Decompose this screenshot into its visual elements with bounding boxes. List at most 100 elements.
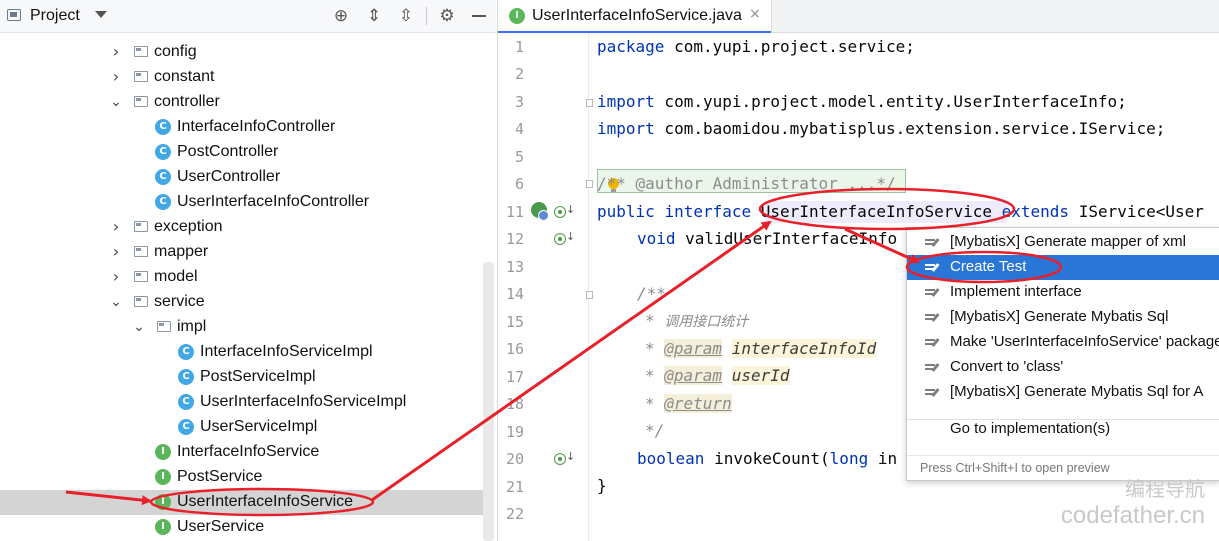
close-icon[interactable]: × [749, 6, 761, 22]
menu-item-go-to-implementation-s[interactable]: Go to implementation(s) [907, 417, 1219, 442]
tree-item-postserviceimpl[interactable]: C PostServiceImpl [0, 365, 484, 390]
tree-item-userinterfaceinfocontroller[interactable]: C UserInterfaceInfoController [0, 190, 484, 215]
tree-item-userserviceimpl[interactable]: C UserServiceImpl [0, 415, 484, 440]
tree-item-userservice[interactable]: I UserService [0, 515, 484, 540]
watermark-cn: 编程导航 [1125, 477, 1205, 501]
chevron-right-icon[interactable]: › [110, 69, 122, 85]
tree-item-interfaceinfocontroller[interactable]: C InterfaceInfoController [0, 115, 484, 140]
menu-item-label: Convert to 'class' [950, 358, 1064, 375]
chevron-down-icon[interactable] [95, 11, 107, 18]
tree-item-constant[interactable]: › constant [0, 65, 484, 90]
code-line-16: * @param interfaceInfoId [645, 339, 877, 358]
intention-action-icon [925, 238, 939, 248]
tree-scrollbar[interactable] [483, 262, 494, 541]
collapse-all-icon[interactable]: ⇳ [396, 6, 416, 26]
code-line-14: /** [637, 284, 666, 303]
class-icon: C [155, 144, 171, 160]
line-number: 1 [514, 38, 524, 56]
tree-item-label: model [154, 268, 198, 285]
tree-item-interfaceinfoservice[interactable]: I InterfaceInfoService [0, 440, 484, 465]
code-line-18: * @return [645, 394, 732, 413]
run-marker-icon[interactable] [554, 453, 566, 465]
intention-action-icon [925, 363, 939, 373]
tab-userinterfaceinfoservice[interactable]: I UserInterfaceInfoService.java × [498, 0, 772, 33]
ide-window: Project ⊕ ⇕ ⇳ ⚙ › config › constant ⌄ control… [0, 0, 1219, 541]
code-line-1: package com.yupi.project.service; [597, 37, 915, 56]
minimize-icon[interactable] [472, 15, 486, 17]
class-icon: C [155, 194, 171, 210]
line-number: 4 [514, 120, 524, 138]
line-number: 21 [505, 478, 524, 496]
project-folder-icon [7, 9, 21, 21]
tree-item-label: exception [154, 218, 223, 235]
tree-item-label: UserInterfaceInfoController [177, 193, 370, 210]
project-panel-title[interactable]: Project [30, 7, 80, 25]
down-arrow-icon[interactable]: ↓ [566, 450, 575, 463]
chevron-right-icon[interactable]: › [110, 44, 122, 60]
tree-item-model[interactable]: › model [0, 265, 484, 290]
tree-item-label: controller [154, 93, 220, 110]
tree-item-userinterfaceinfoservice[interactable]: I UserInterfaceInfoService [0, 490, 484, 515]
chevron-right-icon[interactable]: › [110, 244, 122, 260]
interface-icon: I [155, 469, 171, 485]
run-marker-icon[interactable] [554, 233, 566, 245]
tree-item-userinterfaceinfoserviceimpl[interactable]: C UserInterfaceInfoServiceImpl [0, 390, 484, 415]
menu-item-implement-interface[interactable]: Implement interface [907, 280, 1219, 305]
tree-item-exception[interactable]: › exception [0, 215, 484, 240]
tree-item-label: InterfaceInfoController [177, 118, 336, 135]
tree-item-interfaceinfoserviceimpl[interactable]: C InterfaceInfoServiceImpl [0, 340, 484, 365]
down-arrow-icon[interactable]: ↓ [566, 230, 575, 243]
implementation-marker-icon[interactable] [531, 202, 549, 221]
menu-item-create-test[interactable]: Create Test [907, 255, 1219, 280]
menu-item-label: Make 'UserInterfaceInfoService' package [950, 333, 1219, 350]
expand-all-icon[interactable]: ⇕ [364, 6, 384, 26]
line-number: 18 [505, 395, 524, 413]
run-marker-icon[interactable] [554, 206, 566, 218]
tree-item-usercontroller[interactable]: C UserController [0, 165, 484, 190]
line-number: 20 [505, 450, 524, 468]
watermark-en: codefather.cn [1060, 502, 1205, 529]
menu-item-convert-to-class[interactable]: Convert to 'class' [907, 355, 1219, 380]
intention-action-icon [925, 338, 939, 348]
package-folder-icon [157, 321, 171, 332]
chevron-down-icon[interactable]: ⌄ [110, 295, 122, 309]
tree-item-label: InterfaceInfoService [177, 443, 320, 460]
fold-marker-icon[interactable] [586, 99, 593, 107]
gear-icon[interactable]: ⚙ [437, 6, 457, 26]
tree-item-postcontroller[interactable]: C PostController [0, 140, 484, 165]
menu-item-mybatisx-generate-mapper-of-xml[interactable]: [MybatisX] Generate mapper of xml [907, 230, 1219, 255]
code-line-15: * 调用接口统计 [645, 311, 749, 330]
intention-action-icon [925, 263, 939, 273]
tree-item-label: service [154, 293, 205, 310]
chevron-down-icon[interactable]: ⌄ [133, 320, 145, 334]
chevron-right-icon[interactable]: › [110, 269, 122, 285]
preview-hint: Press Ctrl+Shift+I to open preview [920, 461, 1110, 475]
menu-item-label: [MybatisX] Generate mapper of xml [950, 233, 1186, 250]
fold-marker-icon[interactable] [586, 291, 593, 299]
package-folder-icon [134, 296, 148, 307]
tree-item-service[interactable]: ⌄ service [0, 290, 484, 315]
chevron-right-icon[interactable]: › [110, 219, 122, 235]
line-number: 12 [505, 230, 524, 248]
code-line-4: import com.baomidou.mybatisplus.extensio… [597, 119, 1166, 138]
package-folder-icon [134, 46, 148, 57]
tree-item-impl[interactable]: ⌄ impl [0, 315, 484, 340]
down-arrow-icon[interactable]: ↓ [566, 203, 575, 216]
fold-marker-icon[interactable] [586, 180, 593, 188]
tree-item-postservice[interactable]: I PostService [0, 465, 484, 490]
tree-item-controller[interactable]: ⌄ controller [0, 90, 484, 115]
menu-item-make-userinterfaceinfoservice-package[interactable]: Make 'UserInterfaceInfoService' package [907, 330, 1219, 355]
tree-item-label: InterfaceInfoServiceImpl [200, 343, 373, 360]
package-folder-icon [134, 96, 148, 107]
tree-item-mapper[interactable]: › mapper [0, 240, 484, 265]
intention-actions-menu: [MybatisX] Generate mapper of xml Create … [906, 227, 1219, 481]
line-number: 5 [514, 148, 524, 166]
menu-item-label: [MybatisX] Generate Mybatis Sql for A [950, 383, 1204, 400]
chevron-down-icon[interactable]: ⌄ [110, 95, 122, 109]
locate-icon[interactable]: ⊕ [331, 6, 351, 26]
menu-item-mybatisx-generate-mybatis-sql[interactable]: [MybatisX] Generate Mybatis Sql [907, 305, 1219, 330]
menu-item-mybatisx-generate-mybatis-sql-for-a[interactable]: [MybatisX] Generate Mybatis Sql for A [907, 380, 1219, 405]
tree-item-config[interactable]: › config [0, 40, 484, 65]
tree-item-label: config [154, 43, 197, 60]
menu-item-label: Implement interface [950, 283, 1082, 300]
